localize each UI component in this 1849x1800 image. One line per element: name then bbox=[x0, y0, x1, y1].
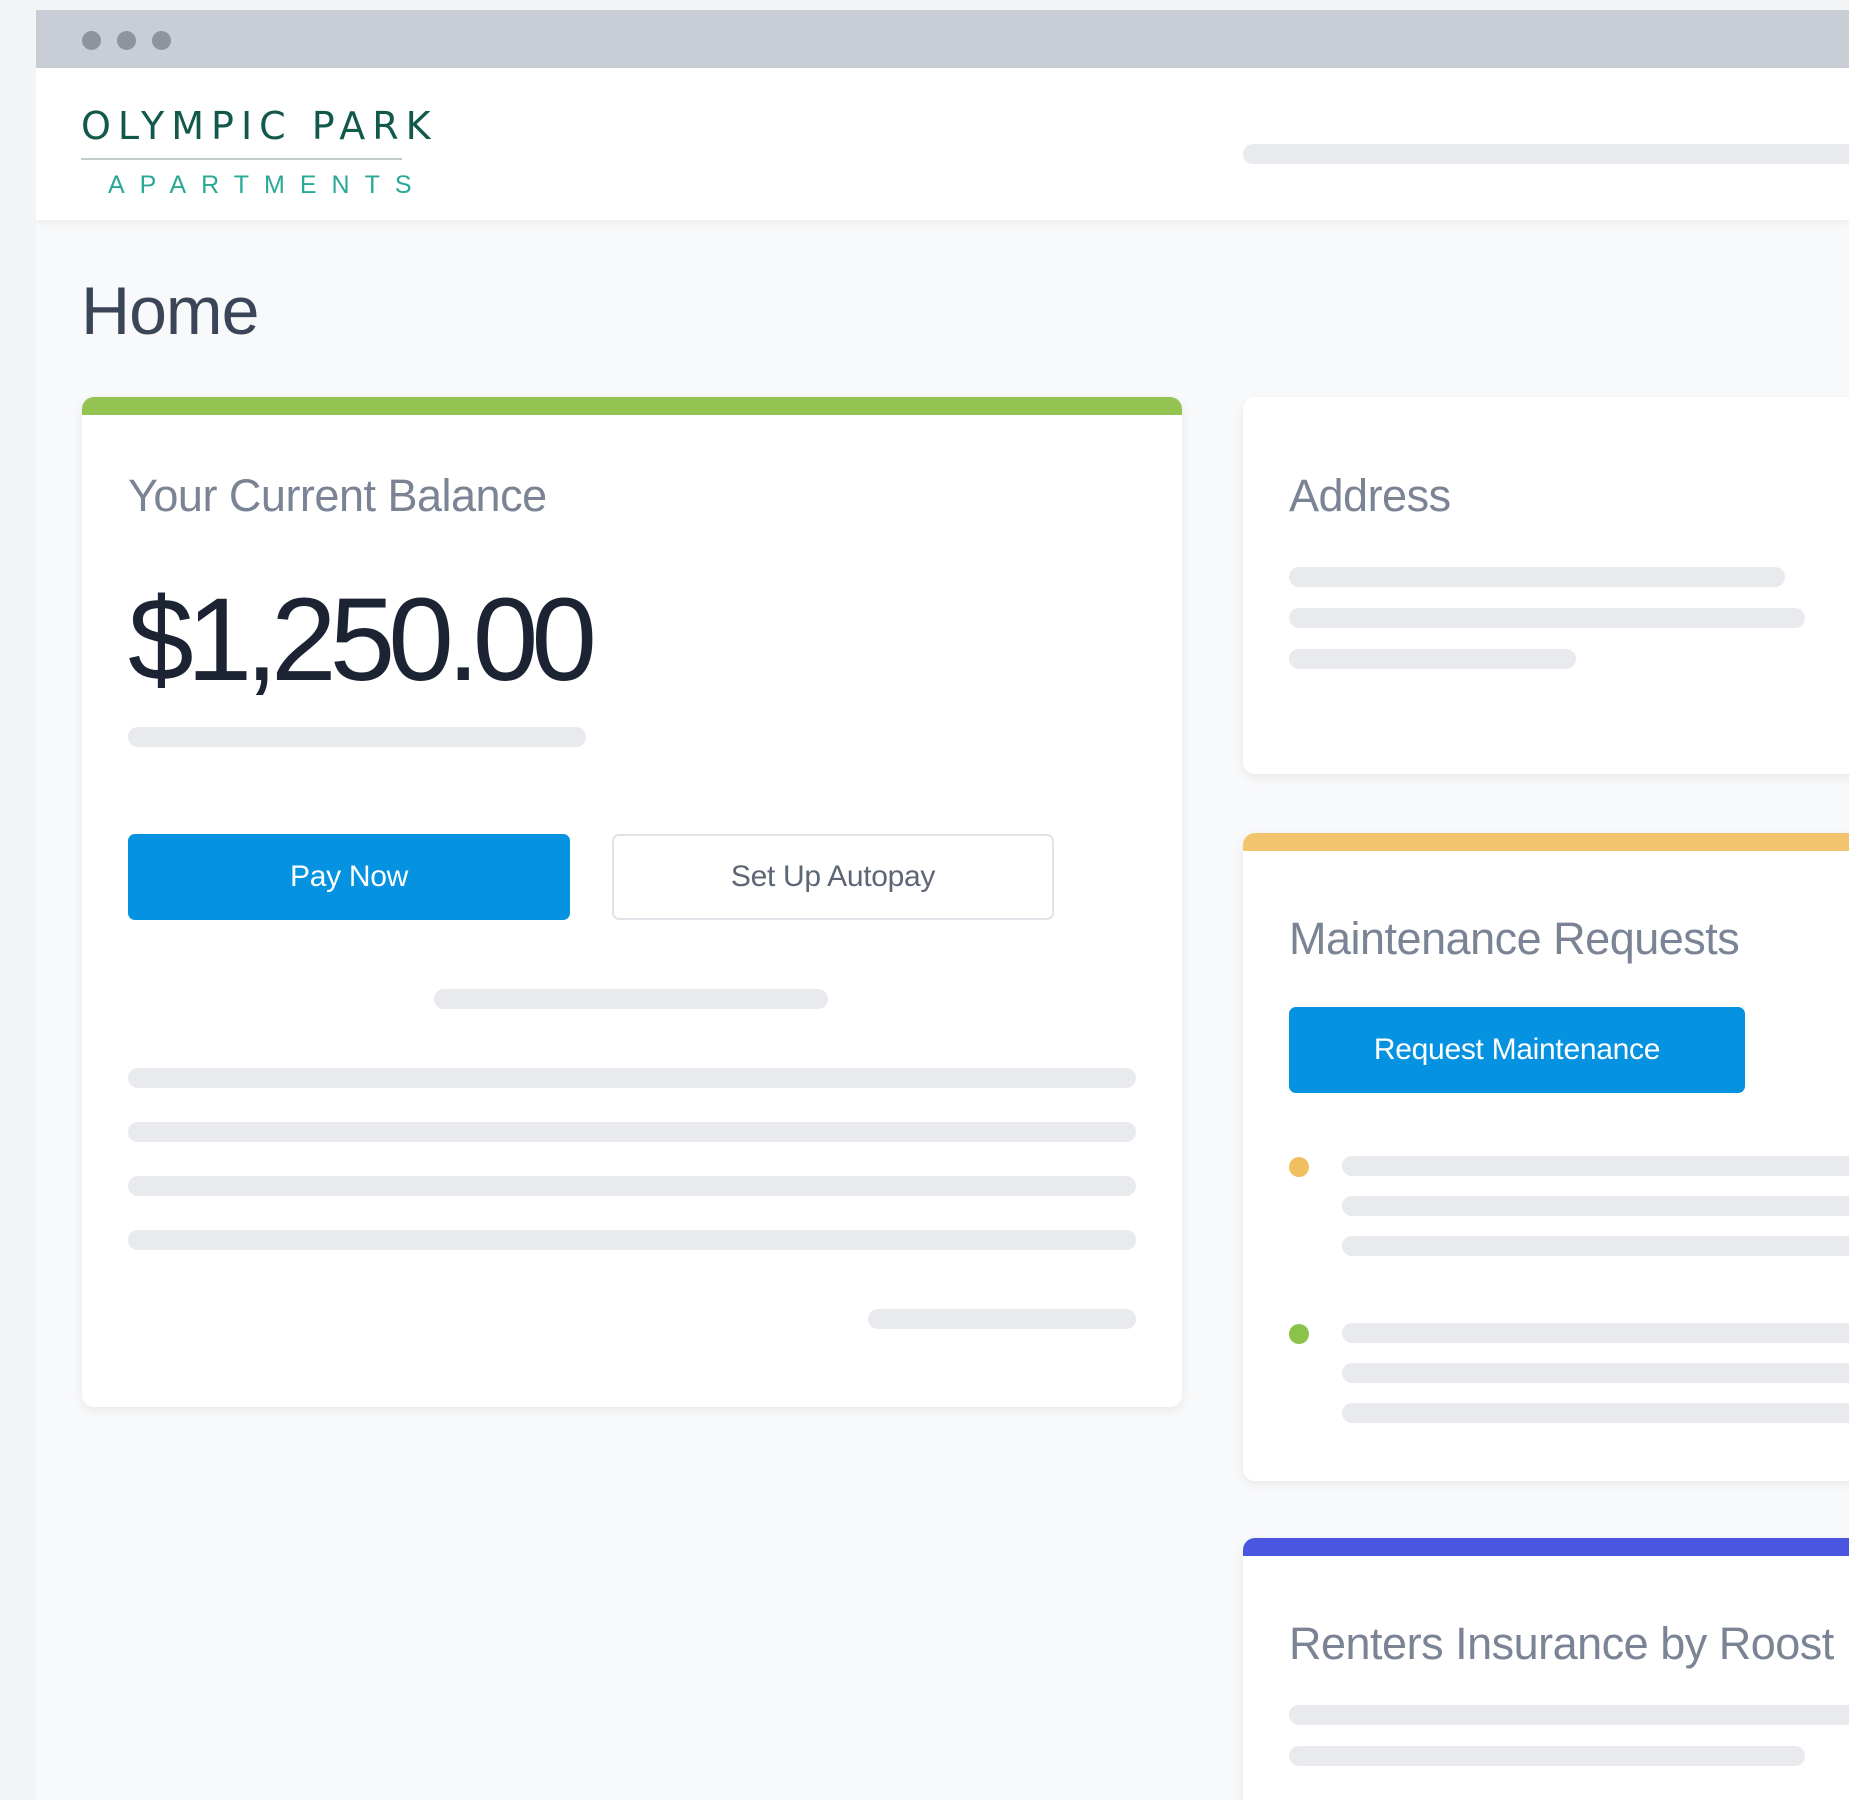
pending-status-dot-icon bbox=[1289, 1157, 1309, 1177]
request-line-placeholder bbox=[1342, 1196, 1849, 1216]
request-maintenance-button[interactable]: Request Maintenance bbox=[1289, 1007, 1745, 1093]
close-dot-icon[interactable] bbox=[82, 31, 101, 50]
balance-card-title: Your Current Balance bbox=[128, 470, 547, 521]
address-line-placeholder bbox=[1289, 649, 1576, 669]
maintenance-card: Maintenance Requests Request Maintenance bbox=[1243, 833, 1849, 1481]
insurance-card: Renters Insurance by Roost bbox=[1243, 1538, 1849, 1800]
insurance-card-accent-bar bbox=[1243, 1538, 1849, 1556]
brand-subtitle: APARTMENTS bbox=[108, 171, 427, 199]
minimize-dot-icon[interactable] bbox=[117, 31, 136, 50]
browser-window: OLYMPIC PARK APARTMENTS Home Your Curren… bbox=[36, 10, 1849, 1800]
address-line-placeholder bbox=[1289, 567, 1785, 587]
transaction-row-placeholder bbox=[128, 1230, 1136, 1250]
page-title: Home bbox=[81, 273, 259, 349]
maintenance-card-accent-bar bbox=[1243, 833, 1849, 851]
pay-now-button[interactable]: Pay Now bbox=[128, 834, 570, 920]
address-card: Address bbox=[1243, 397, 1849, 774]
transactions-heading-placeholder bbox=[434, 989, 828, 1009]
brand-name: OLYMPIC PARK bbox=[81, 104, 438, 148]
logo-divider bbox=[81, 158, 402, 160]
insurance-line-placeholder bbox=[1289, 1705, 1849, 1725]
header-nav-placeholder bbox=[1243, 144, 1849, 164]
balance-due-placeholder bbox=[128, 727, 586, 747]
maintenance-card-title: Maintenance Requests bbox=[1289, 913, 1740, 964]
setup-autopay-button[interactable]: Set Up Autopay bbox=[612, 834, 1054, 920]
transaction-row-placeholder bbox=[128, 1122, 1136, 1142]
request-line-placeholder bbox=[1342, 1323, 1849, 1343]
view-all-placeholder bbox=[868, 1309, 1136, 1329]
balance-card-accent-bar bbox=[82, 397, 1182, 415]
site-header: OLYMPIC PARK APARTMENTS bbox=[36, 68, 1849, 220]
request-line-placeholder bbox=[1342, 1403, 1849, 1423]
insurance-card-title: Renters Insurance by Roost bbox=[1289, 1618, 1834, 1669]
balance-card: Your Current Balance $1,250.00 Pay Now S… bbox=[82, 397, 1182, 1407]
request-line-placeholder bbox=[1342, 1156, 1849, 1176]
balance-amount: $1,250.00 bbox=[128, 574, 597, 706]
request-line-placeholder bbox=[1342, 1363, 1849, 1383]
address-line-placeholder bbox=[1289, 608, 1805, 628]
maximize-dot-icon[interactable] bbox=[152, 31, 171, 50]
completed-status-dot-icon bbox=[1289, 1324, 1309, 1344]
window-titlebar bbox=[36, 10, 1849, 68]
insurance-line-placeholder bbox=[1289, 1746, 1805, 1766]
address-card-title: Address bbox=[1289, 470, 1451, 521]
transaction-row-placeholder bbox=[128, 1176, 1136, 1196]
request-line-placeholder bbox=[1342, 1236, 1849, 1256]
transaction-row-placeholder bbox=[128, 1068, 1136, 1088]
